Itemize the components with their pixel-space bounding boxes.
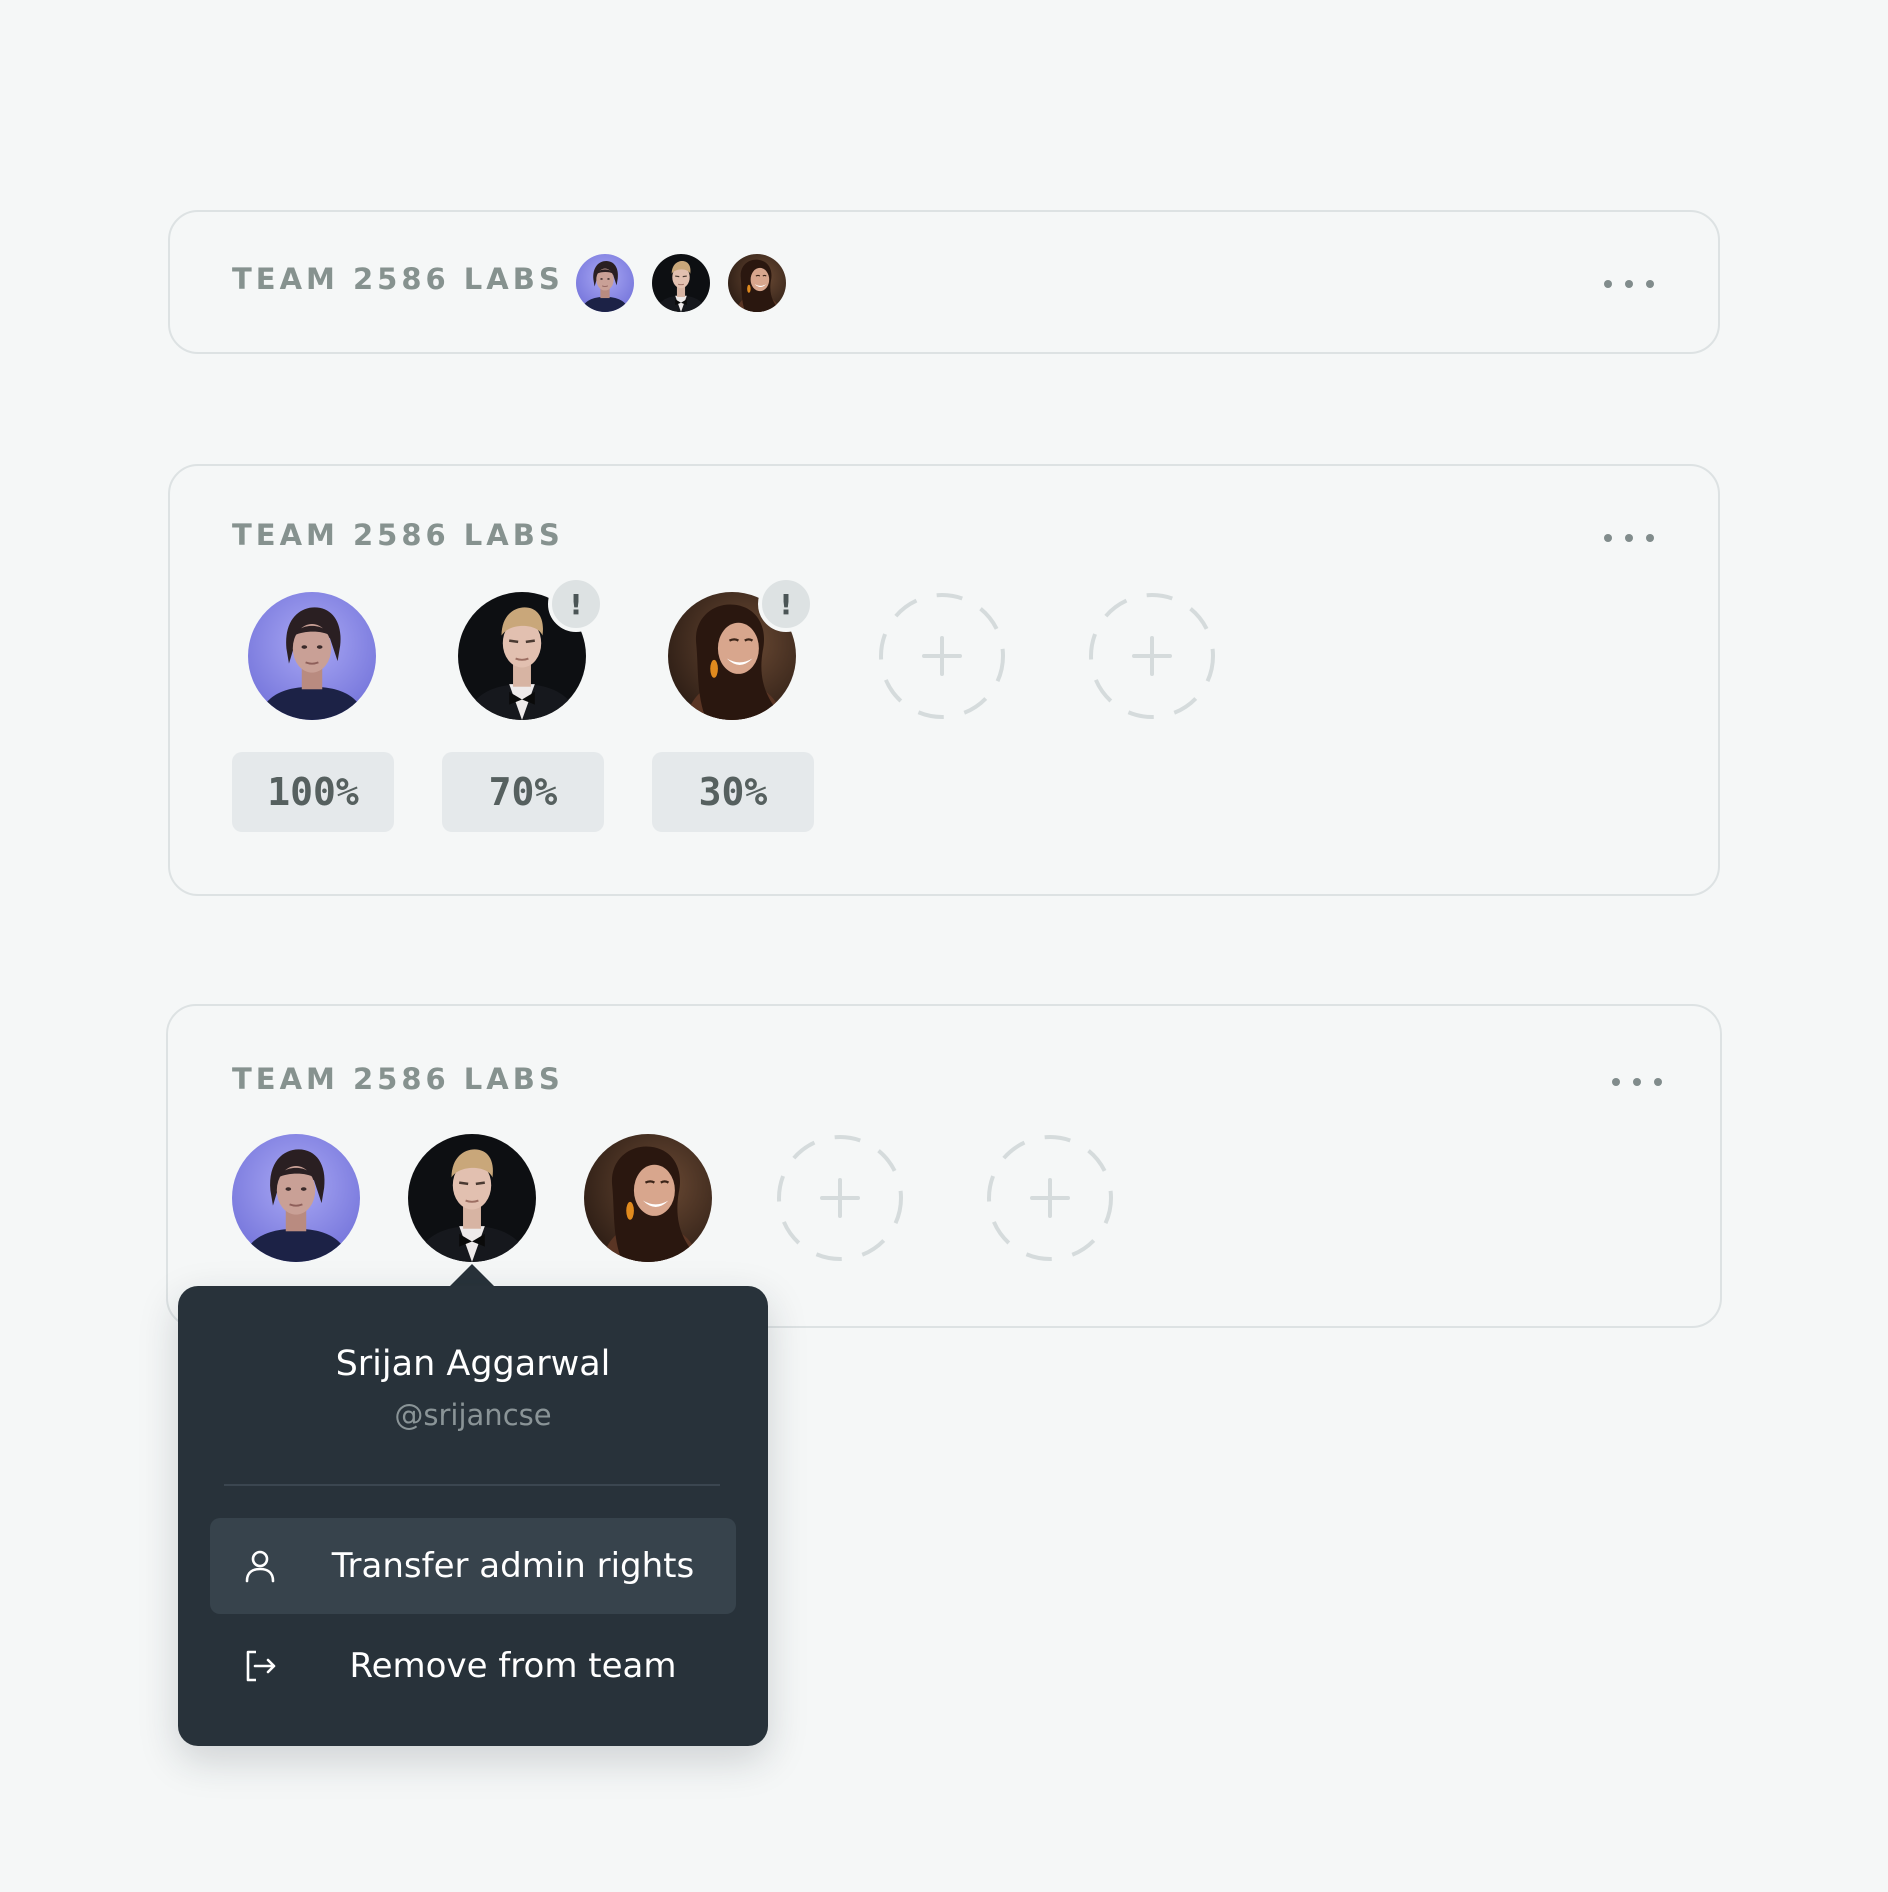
logout-icon: [246, 1650, 276, 1682]
member-handle: @srijancse: [394, 1398, 552, 1432]
add-member-slot[interactable]: [986, 1134, 1114, 1262]
team-card-members: TEAM 2586 LABS: [166, 1004, 1722, 1328]
more-options-button[interactable]: [1604, 523, 1654, 553]
remove-from-team-item[interactable]: Remove from team: [210, 1618, 736, 1714]
warning-badge: !: [548, 576, 604, 632]
warning-badge: !: [758, 576, 814, 632]
divider: [224, 1484, 720, 1486]
transfer-admin-rights-item[interactable]: Transfer admin rights: [210, 1518, 736, 1614]
member-avatar[interactable]: [728, 254, 786, 312]
member-name: Srijan Aggarwal: [335, 1344, 611, 1384]
add-member-slot[interactable]: [776, 1134, 904, 1262]
member-avatar[interactable]: [584, 1134, 712, 1262]
member-avatar[interactable]: [232, 1134, 360, 1262]
member-popover: Srijan Aggarwal @srijancse Transfer admi…: [178, 1286, 768, 1746]
plus-icon: [878, 592, 1006, 720]
team-title: TEAM 2586 LABS: [232, 518, 564, 552]
plus-icon: [986, 1134, 1114, 1262]
plus-icon: [1088, 592, 1216, 720]
member-avatar-selected[interactable]: [408, 1134, 536, 1262]
member-avatar[interactable]: [576, 254, 634, 312]
team-card-compact: TEAM 2586 LABS: [168, 210, 1720, 354]
menu-item-label: Remove from team: [349, 1646, 677, 1686]
team-title: TEAM 2586 LABS: [232, 1062, 564, 1096]
team-card-allocation: TEAM 2586 LABS ! ! 100% 70% 30%: [168, 464, 1720, 896]
allocation-percent: 100%: [232, 752, 394, 832]
member-avatar[interactable]: [652, 254, 710, 312]
add-member-slot[interactable]: [878, 592, 1006, 720]
more-options-button[interactable]: [1604, 269, 1654, 299]
member-avatar[interactable]: [248, 592, 376, 720]
plus-icon: [776, 1134, 904, 1262]
allocation-percent: 30%: [652, 752, 814, 832]
user-icon: [245, 1550, 275, 1583]
allocation-percent: 70%: [442, 752, 604, 832]
more-options-button[interactable]: [1612, 1067, 1662, 1097]
menu-item-label: Transfer admin rights: [331, 1546, 695, 1586]
add-member-slot[interactable]: [1088, 592, 1216, 720]
team-title: TEAM 2586 LABS: [232, 262, 564, 296]
popover-caret: [448, 1264, 496, 1288]
